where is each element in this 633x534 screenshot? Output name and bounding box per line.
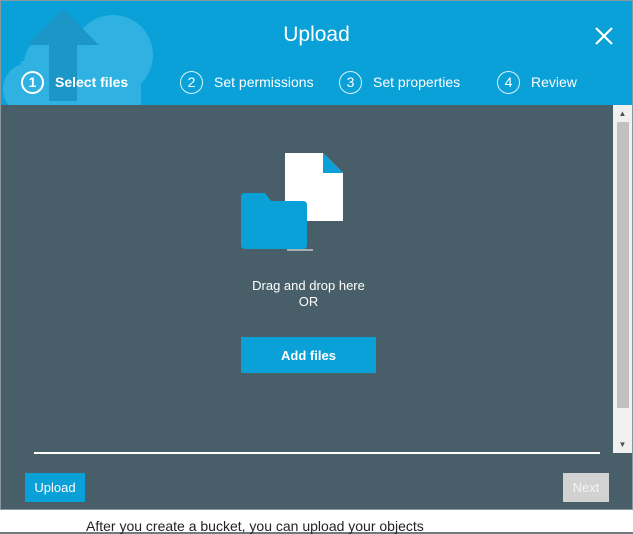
step-set-properties[interactable]: 3 Set properties <box>339 67 460 97</box>
next-button[interactable]: Next <box>563 473 609 502</box>
step-select-files[interactable]: 1 Select files <box>21 67 128 97</box>
step-number: 4 <box>497 70 520 94</box>
drop-zone[interactable]: Drag and drop here OR Add files <box>1 105 613 455</box>
step-label: Set permissions <box>214 74 314 90</box>
step-label: Review <box>531 74 577 90</box>
step-number: 3 <box>339 70 362 94</box>
drop-instructions-line2: OR <box>298 294 319 309</box>
scroll-down-arrow-icon[interactable]: ▼ <box>613 436 632 453</box>
file-folder-illustration <box>241 153 343 251</box>
dialog-title: Upload <box>283 23 350 46</box>
footer-divider <box>34 452 600 454</box>
step-number: 2 <box>180 70 203 94</box>
add-files-button[interactable]: Add files <box>241 337 376 373</box>
step-set-permissions[interactable]: 2 Set permissions <box>180 67 314 97</box>
close-icon <box>595 27 613 45</box>
scrollbar-thumb[interactable] <box>617 122 629 408</box>
close-button[interactable] <box>589 21 619 51</box>
dialog-header: Upload 1 Select files 2 Set permissions … <box>1 1 632 105</box>
drop-instructions-line1: Drag and drop here <box>252 278 365 293</box>
drop-instructions: Drag and drop here OR <box>1 278 616 310</box>
wizard-steps: 1 Select files 2 Set permissions 3 Set p… <box>1 67 632 97</box>
step-review[interactable]: 4 Review <box>497 67 577 97</box>
scroll-up-arrow-icon[interactable]: ▲ <box>613 105 632 122</box>
upload-dialog: Upload 1 Select files 2 Set permissions … <box>0 0 633 510</box>
scrollbar[interactable]: ▲ ▼ <box>613 105 632 453</box>
upload-button[interactable]: Upload <box>25 473 85 502</box>
step-label: Select files <box>55 74 129 90</box>
step-number: 1 <box>21 70 44 94</box>
step-label: Set properties <box>373 74 461 90</box>
folder-icon <box>241 193 313 251</box>
